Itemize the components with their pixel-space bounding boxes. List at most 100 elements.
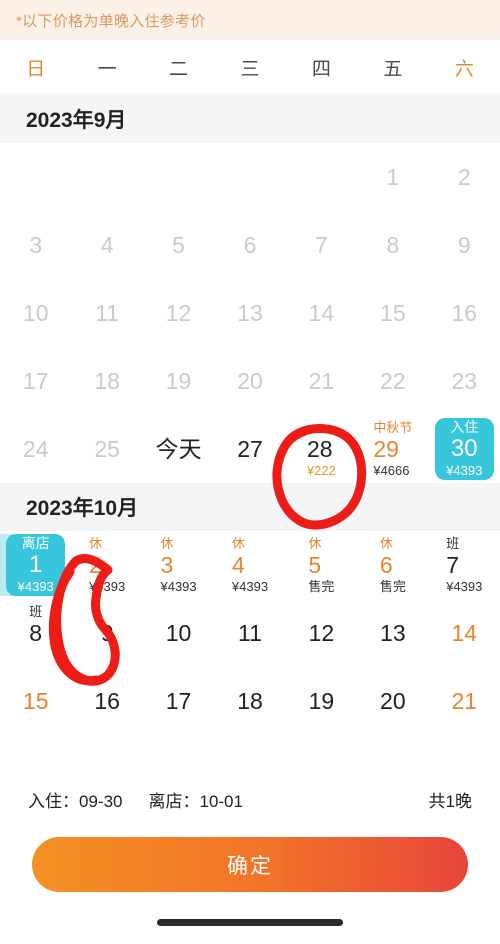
day-content: 9: [101, 604, 114, 663]
day-number: 10: [165, 619, 192, 646]
day-tag: [156, 420, 202, 435]
day-number: 27: [237, 435, 263, 462]
day-content: 18: [237, 672, 263, 731]
day-cell[interactable]: 中秋节 29 ¥4666: [357, 415, 428, 483]
weekday-1: 一: [97, 58, 117, 80]
day-cell[interactable]: 11: [214, 599, 285, 667]
day-price: [380, 327, 406, 343]
day-tag: [451, 672, 477, 687]
day-cell[interactable]: 19: [286, 667, 357, 735]
day-content: 8: [386, 216, 399, 275]
day-tag: [94, 672, 120, 687]
day-content: 23: [451, 352, 477, 411]
day-number: 14: [451, 619, 478, 646]
day-price: [29, 259, 42, 275]
day-price: [23, 395, 49, 411]
day-tag: [307, 420, 336, 435]
day-tag: 离店: [21, 534, 50, 551]
day-cell[interactable]: 27: [214, 415, 285, 483]
day-tag: [309, 352, 335, 367]
day-content: 16: [94, 672, 120, 731]
day-cell[interactable]: 休 4 ¥4393: [214, 531, 285, 599]
day-price: [309, 327, 335, 343]
day-cell[interactable]: 休 6 售完: [357, 531, 428, 599]
day-tag: [315, 216, 328, 231]
day-number: 2: [89, 551, 102, 578]
day-cell[interactable]: 班 7 ¥4393: [429, 531, 500, 599]
day-price: [166, 647, 192, 663]
day-tag: [386, 216, 399, 231]
day-tag: [451, 604, 477, 619]
day-tag: [23, 284, 49, 299]
day-cell[interactable]: 休 2 ¥4393: [71, 531, 142, 599]
day-number: 15: [22, 687, 49, 714]
day-content: 10: [166, 604, 192, 663]
day-price: [166, 395, 192, 411]
day-content: 24: [23, 420, 49, 479]
day-cell: 5: [143, 211, 214, 279]
day-tag: 休: [308, 535, 322, 551]
day-cell[interactable]: 班8: [0, 599, 71, 667]
day-cell[interactable]: 休 3 ¥4393: [143, 531, 214, 599]
day-cell[interactable]: 15: [0, 667, 71, 735]
day-cell[interactable]: 10: [143, 599, 214, 667]
day-number: 17: [165, 687, 192, 714]
day-cell[interactable]: 休 5 售完: [286, 531, 357, 599]
day-tag: [309, 284, 335, 299]
day-cell: 21: [286, 347, 357, 415]
day-price: [451, 647, 477, 663]
day-price: [309, 647, 335, 663]
day-price: [451, 715, 477, 731]
day-price: [237, 463, 263, 479]
day-cell[interactable]: 9: [71, 599, 142, 667]
day-cell[interactable]: 13: [357, 599, 428, 667]
day-tag: [380, 352, 406, 367]
day-price: [386, 191, 399, 207]
day-number: 17: [22, 367, 49, 394]
month-grid: 1 2 3 4 5 6 7 8 9 10 11 12 13 14 15 16 17 18 19 20 21 22 23 24 2…: [0, 143, 500, 483]
day-number: 1: [29, 550, 43, 578]
day-price: ¥4666: [373, 462, 410, 478]
price-notice-text: *以下价格为单晚入住参考价: [16, 12, 206, 30]
day-price: ¥4393: [231, 578, 269, 594]
day-cell[interactable]: 20: [357, 667, 428, 735]
day-price: ¥4393: [17, 578, 54, 594]
day-cell[interactable]: 12: [286, 599, 357, 667]
day-content: 4: [101, 216, 114, 275]
day-tag: [451, 352, 477, 367]
day-content: 10: [23, 284, 49, 343]
day-cell[interactable]: 离店 1 ¥4393: [0, 531, 71, 599]
confirm-button-container: 确定: [0, 837, 500, 892]
day-price: [95, 327, 119, 343]
day-price: [309, 395, 335, 411]
checkout-date-label: 离店：10-01: [148, 791, 243, 811]
day-price: [237, 715, 263, 731]
day-cell[interactable]: 28 ¥222: [286, 415, 357, 483]
day-price: [237, 395, 263, 411]
day-cell[interactable]: 16: [71, 667, 142, 735]
day-cell: 10: [0, 279, 71, 347]
day-number: 1: [386, 163, 400, 190]
day-content: 19: [166, 352, 192, 411]
day-number: 29: [373, 435, 399, 462]
day-price: ¥222: [306, 462, 336, 478]
day-cell[interactable]: 今天: [143, 415, 214, 483]
stay-summary-bar: 入住：09-30 离店：10-01 共1晚: [0, 776, 500, 822]
day-content: 14: [309, 284, 335, 343]
day-cell[interactable]: 入住 30 ¥4393: [429, 415, 500, 483]
day-number: 10: [22, 299, 49, 326]
day-cell[interactable]: 17: [143, 667, 214, 735]
day-cell[interactable]: 21: [429, 667, 500, 735]
day-tag: 中秋节: [373, 419, 413, 435]
day-number: 13: [237, 299, 263, 326]
day-number: 5: [308, 551, 322, 578]
confirm-button[interactable]: 确定: [32, 837, 468, 892]
day-content: 22: [380, 352, 406, 411]
day-cell: 23: [429, 347, 500, 415]
day-price: ¥4393: [160, 578, 197, 594]
day-cell[interactable]: 14: [429, 599, 500, 667]
day-cell[interactable]: 18: [214, 667, 285, 735]
weekday-0: 日: [26, 58, 46, 80]
day-price: [380, 395, 406, 411]
day-content: 18: [94, 352, 120, 411]
